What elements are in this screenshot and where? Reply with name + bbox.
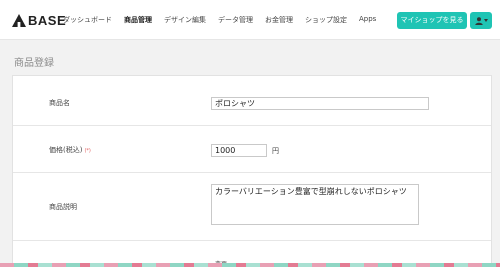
description-textarea[interactable]: カラーバリエーション豊富で型崩れしないポロシャツ: [211, 184, 419, 225]
product-form-panel: 商品名 価格(税込)(*) 円 商品説明 カラーバリエーション豊富で型崩れしない…: [12, 75, 492, 267]
user-icon: [474, 16, 483, 25]
logo-text: BASE: [28, 12, 67, 28]
required-mark: (*): [84, 148, 91, 154]
nav-item-apps[interactable]: Apps: [359, 15, 376, 25]
form-row-product-name: 商品名: [13, 76, 491, 126]
price-label: 価格(税込) (*): [49, 145, 91, 155]
product-name-input[interactable]: [211, 97, 429, 110]
nav-item-data[interactable]: データ管理: [218, 15, 253, 25]
view-my-shop-button[interactable]: マイショップを見る: [397, 12, 467, 29]
form-row-description: 商品説明 カラーバリエーション豊富で型崩れしないポロシャツ: [13, 173, 491, 241]
top-header: BASE ダッシュボード 商品管理 デザイン編集 データ管理 お金管理 ショップ…: [0, 0, 500, 40]
base-logo-icon: [12, 13, 26, 27]
main-nav: ダッシュボード 商品管理 デザイン編集 データ管理 お金管理 ショップ設定 Ap…: [63, 15, 388, 25]
form-row-price: 価格(税込)(*) 円: [13, 126, 491, 173]
description-label: 商品説明: [49, 203, 77, 211]
decorative-stripe: [0, 263, 500, 267]
product-name-label: 商品名: [49, 99, 70, 107]
price-input[interactable]: [211, 144, 267, 157]
price-label-text: 価格(税込): [49, 146, 83, 154]
nav-item-dashboard[interactable]: ダッシュボード: [63, 15, 112, 25]
base-logo[interactable]: BASE: [12, 12, 66, 28]
user-menu-button[interactable]: [470, 12, 492, 29]
page-title: 商品登録: [14, 58, 54, 69]
chevron-down-icon: [483, 19, 488, 22]
nav-item-money[interactable]: お金管理: [265, 15, 293, 25]
nav-item-products[interactable]: 商品管理: [124, 15, 152, 25]
price-unit: 円: [272, 147, 279, 155]
nav-item-design[interactable]: デザイン編集: [164, 15, 206, 25]
nav-item-shop-settings[interactable]: ショップ設定: [305, 15, 347, 25]
